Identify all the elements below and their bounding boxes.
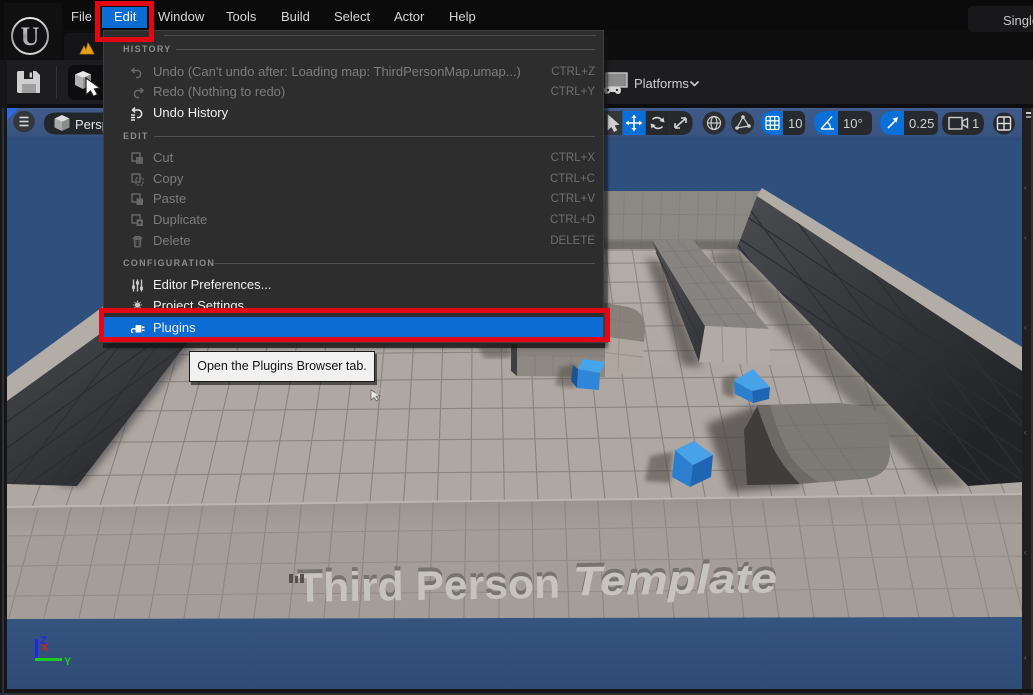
svg-text:Third Person: Third Person xyxy=(297,561,561,611)
svg-text:1: 1 xyxy=(972,116,979,131)
svg-text:X: X xyxy=(41,642,49,654)
svg-text:0.25: 0.25 xyxy=(909,116,934,131)
svg-text:10°: 10° xyxy=(843,116,863,131)
svg-text:Template: Template xyxy=(573,555,778,604)
svg-text:Y: Y xyxy=(64,656,72,668)
svg-text:10: 10 xyxy=(788,116,802,131)
